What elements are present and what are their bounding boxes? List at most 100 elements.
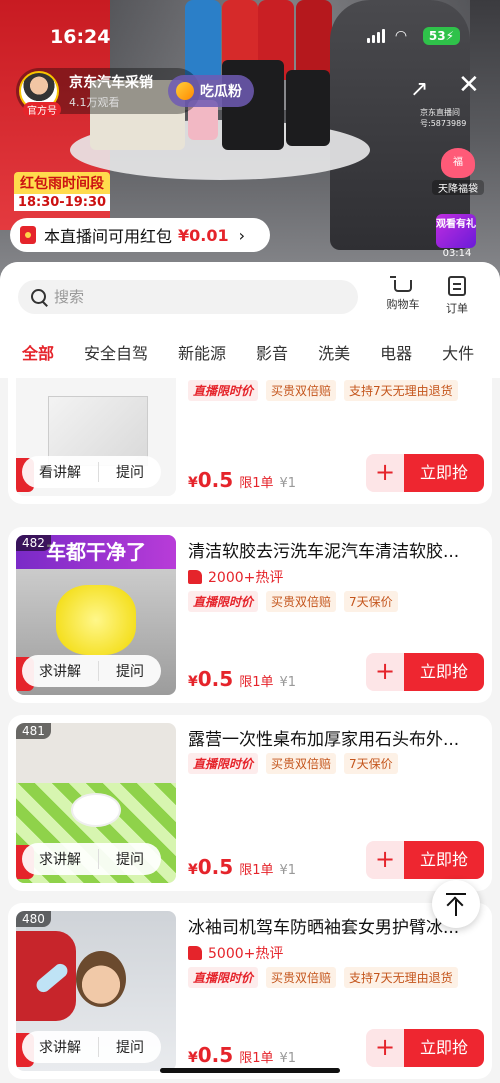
fortune-bag-icon: 福 (441, 148, 475, 178)
tab-all[interactable]: 全部 (22, 340, 54, 370)
redpacket-rain-schedule[interactable]: 红包雨时间段 18:30-19:30 (14, 172, 110, 211)
cart-label: 购物车 (386, 298, 420, 311)
add-to-cart-button[interactable]: + (366, 454, 404, 492)
search-bar[interactable] (18, 280, 358, 314)
tab-large-items[interactable]: 大件 (442, 340, 474, 370)
price: ¥0.5 (188, 855, 233, 879)
slime-gel-image (56, 585, 136, 655)
product-card[interactable]: 车都干净了 482 求讲解 提问 清洁软胶去污洗车泥汽车清洁软胶... 2000… (8, 527, 492, 703)
redpacket-amount: ¥0.01 (178, 225, 229, 245)
redpacket-banner[interactable]: 本直播间可用红包 ¥0.01 › (10, 218, 270, 252)
price-value: 0.5 (197, 855, 234, 879)
thumbs-up-icon (188, 946, 202, 960)
product-title[interactable]: 清洁软胶去污洗车泥汽车清洁软胶... (188, 537, 478, 562)
ask-button[interactable]: 提问 (99, 661, 161, 681)
price-value: 0.5 (197, 667, 234, 691)
rank-badge: 481 (16, 723, 51, 739)
thumb-actions: 求讲解 提问 (22, 1031, 161, 1063)
product-tags: 直播限时价 买贵双倍赔 支持7天无理由退货 (188, 380, 458, 401)
thumbs-up-icon (188, 570, 202, 584)
product-thumbnail[interactable]: 看讲解 提问 (16, 378, 176, 496)
tag-live-price: 直播限时价 (188, 753, 259, 774)
hot-reviews-text: 5000+热评 (208, 946, 284, 962)
tag-return-policy: 支持7天无理由退货 (344, 380, 458, 401)
share-icon[interactable]: ↗ (410, 77, 434, 102)
model-image (76, 951, 126, 1007)
tag-return-policy: 支持7天无理由退货 (344, 967, 458, 988)
buy-now-button[interactable]: 立即抢 (404, 454, 484, 492)
ask-button[interactable]: 提问 (99, 849, 161, 869)
product-thumbnail[interactable]: 480 求讲解 提问 (16, 911, 176, 1071)
arrow-up-icon (455, 900, 457, 916)
anchor-name: 京东汽车采销 (69, 75, 153, 91)
product-card[interactable]: 看讲解 提问 直播限时价 买贵双倍赔 支持7天无理由退货 ¥0.5 限1单 ¥1… (8, 378, 492, 504)
original-price: ¥1 (279, 863, 297, 878)
product-card[interactable]: 480 求讲解 提问 冰袖司机驾车防晒袖套女男护臂冰... 5000+热评 直播… (8, 903, 492, 1079)
follow-fan-button[interactable]: 吃瓜粉 (168, 75, 254, 107)
add-to-cart-button[interactable]: + (366, 1029, 404, 1067)
price-symbol: ¥ (188, 862, 198, 878)
redpacket-text: 本直播间可用红包 (44, 227, 173, 246)
purchase-limit: 限1单 (239, 476, 274, 491)
tab-car-wash[interactable]: 洗美 (318, 340, 350, 370)
product-thumbnail[interactable]: 车都干净了 482 求讲解 提问 (16, 535, 176, 695)
product-tags: 直播限时价 买贵双倍赔 7天保价 (188, 753, 398, 774)
add-to-cart-button[interactable]: + (366, 841, 404, 879)
watch-gift-timer: 03:14 (442, 248, 472, 259)
bowl-image (71, 793, 121, 827)
home-indicator[interactable] (160, 1068, 340, 1073)
back-to-top-button[interactable] (432, 880, 480, 928)
schedule-time: 18:30-19:30 (14, 194, 110, 211)
tab-appliances[interactable]: 电器 (380, 340, 412, 370)
search-input[interactable] (54, 288, 334, 306)
tag-price-guarantee: 买贵双倍赔 (266, 380, 337, 401)
panel-header: 购物车 订单 全部 安全自驾 新能源 影音 洗美 电器 大件 (0, 262, 500, 378)
tag-live-price: 直播限时价 (188, 380, 259, 401)
buy-now-button[interactable]: 立即抢 (404, 653, 484, 691)
product-list[interactable]: 看讲解 提问 直播限时价 买贵双倍赔 支持7天无理由退货 ¥0.5 限1单 ¥1… (0, 378, 500, 1083)
product-thumbnail[interactable]: 481 求讲解 提问 (16, 723, 176, 883)
product-title[interactable]: 冰袖司机驾车防晒袖套女男护臂冰... (188, 913, 478, 938)
shopping-panel: 购物车 订单 全部 安全自驾 新能源 影音 洗美 电器 大件 看讲解 提问 (0, 262, 500, 1083)
watch-gift-button[interactable]: 观看有礼 03:14 (436, 214, 478, 262)
signal-icon (366, 29, 385, 43)
close-icon[interactable]: ✕ (458, 72, 482, 98)
category-tabs: 全部 安全自驾 新能源 影音 洗美 电器 大件 (0, 340, 482, 370)
request-explain-button[interactable]: 求讲解 (22, 661, 99, 681)
request-explain-button[interactable]: 求讲解 (22, 849, 99, 869)
ask-button[interactable]: 提问 (99, 1037, 161, 1057)
price: ¥0.5 (188, 468, 233, 492)
tab-safe-driving[interactable]: 安全自驾 (84, 340, 148, 370)
search-icon (30, 288, 48, 306)
bottle-image (296, 0, 332, 80)
hot-reviews: 5000+热评 (188, 943, 283, 963)
tab-audio-video[interactable]: 影音 (256, 340, 288, 370)
buy-now-button[interactable]: 立即抢 (404, 1029, 484, 1067)
cart-button[interactable]: 购物车 (378, 276, 428, 312)
price-symbol: ¥ (188, 674, 198, 690)
tag-price-guarantee: 买贵双倍赔 (266, 591, 337, 612)
tag-live-price: 直播限时价 (188, 591, 259, 612)
schedule-title: 红包雨时间段 (14, 172, 110, 194)
fan-badge-icon (176, 82, 194, 100)
tag-price-protection: 7天保价 (344, 753, 398, 774)
tag-price-guarantee: 买贵双倍赔 (266, 753, 337, 774)
add-to-cart-button[interactable]: + (366, 653, 404, 691)
tab-new-energy[interactable]: 新能源 (178, 340, 226, 370)
buy-now-button[interactable]: 立即抢 (404, 841, 484, 879)
avatar[interactable]: 官方号 (19, 71, 61, 117)
watch-explain-button[interactable]: 看讲解 (22, 462, 99, 482)
order-label: 订单 (446, 302, 468, 315)
status-time: 16:24 (50, 26, 111, 48)
product-card[interactable]: 481 求讲解 提问 露营一次性桌布加厚家用石头布外... 直播限时价 买贵双倍… (8, 715, 492, 891)
status-icons: ◠ 53⚡ (366, 27, 460, 45)
ask-button[interactable]: 提问 (99, 462, 161, 482)
orders-button[interactable]: 订单 (432, 276, 482, 316)
rank-badge: 482 (16, 535, 51, 551)
request-explain-button[interactable]: 求讲解 (22, 1037, 99, 1057)
product-tags: 直播限时价 买贵双倍赔 支持7天无理由退货 (188, 967, 458, 988)
order-icon (448, 276, 466, 296)
product-title[interactable]: 露营一次性桌布加厚家用石头布外... (188, 725, 478, 750)
fortune-bag-button[interactable]: 福 天降福袋 (432, 148, 484, 200)
viewer-count: 4.1万观看 (69, 96, 120, 109)
